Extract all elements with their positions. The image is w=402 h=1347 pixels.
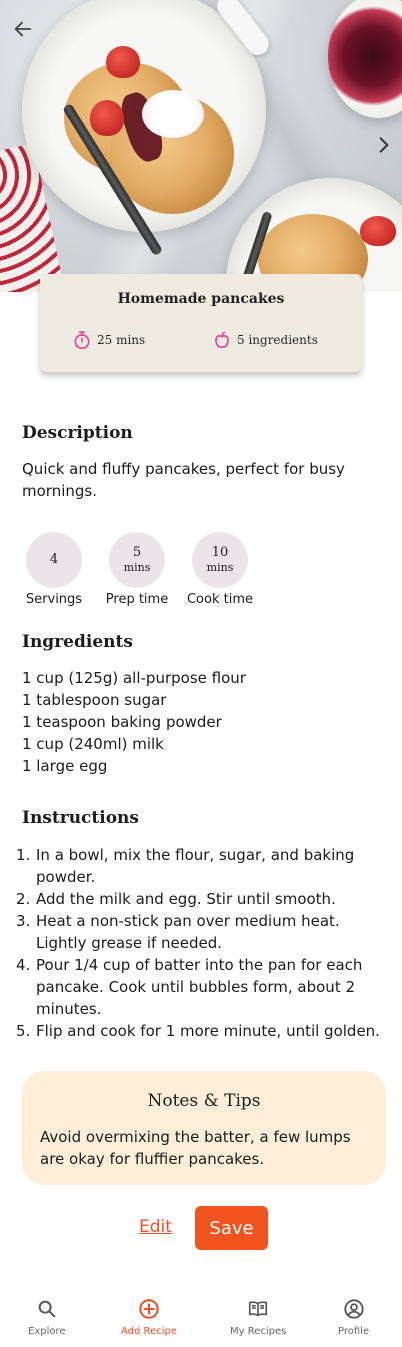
nav-explore-label: Explore	[28, 1326, 66, 1337]
back-button[interactable]	[10, 18, 36, 44]
prep-time-label: Prep time	[105, 592, 169, 607]
notes-text: Avoid overmixing the batter, a few lumps…	[40, 1128, 351, 1168]
next-image-button[interactable]	[372, 134, 396, 158]
strawberry	[360, 216, 396, 246]
chevron-right-icon	[379, 137, 389, 153]
nav-profile[interactable]: Profile	[338, 1298, 369, 1337]
ingredient-item: 1 teaspoon baking powder	[22, 713, 222, 731]
instructions-heading: Instructions	[22, 808, 139, 828]
step-number: 1.	[16, 846, 31, 864]
step-number: 5.	[16, 1022, 31, 1040]
prep-time-stat: 5 mins Prep time	[94, 532, 180, 607]
strawberry	[106, 46, 140, 78]
step-text: Flip and cook for 1 more minute, until g…	[36, 1022, 380, 1040]
instruction-step: 3. Heat a non-stick pan over medium heat…	[16, 910, 386, 954]
prep-time-circle: 5 mins	[109, 532, 165, 588]
servings-value: 4	[49, 552, 59, 567]
prep-time-value: 5	[132, 545, 142, 560]
ingredient-item: 1 cup (240ml) milk	[22, 735, 164, 753]
prep-time-unit: mins	[123, 561, 151, 574]
step-text: Pour 1/4 cup of batter into the pan for …	[36, 956, 363, 1018]
whipped-cream	[142, 90, 204, 138]
recipe-time-label: 25 mins	[97, 333, 146, 347]
step-number: 4.	[16, 956, 31, 974]
search-icon	[38, 1300, 56, 1318]
apple-icon	[215, 331, 229, 348]
description-text: Quick and fluffy pancakes, perfect for b…	[22, 460, 345, 500]
recipe-ingredients-label: 5 ingredients	[237, 333, 318, 347]
instruction-step: 1. In a bowl, mix the flour, sugar, and …	[16, 844, 386, 888]
cook-time-label: Cook time	[186, 592, 253, 607]
plus-circle-icon	[139, 1299, 159, 1319]
cook-time-stat: 10 mins Cook time	[177, 532, 263, 607]
recipe-ingredients-count: 5 ingredients	[212, 330, 318, 350]
step-text: Heat a non-stick pan over medium heat. L…	[36, 912, 340, 952]
recipe-title: Homemade pancakes	[117, 291, 285, 307]
nav-add-recipe-label: Add Recipe	[121, 1326, 177, 1337]
ingredients-heading: Ingredients	[22, 632, 133, 652]
instructions-list: 1. In a bowl, mix the flour, sugar, and …	[16, 844, 386, 1042]
hero-image	[0, 0, 402, 292]
step-number: 2.	[16, 890, 31, 908]
ingredients-list: 1 cup (125g) all-purpose flour 1 tablesp…	[22, 667, 382, 777]
nav-explore[interactable]: Explore	[28, 1298, 66, 1337]
instruction-step: 5. Flip and cook for 1 more minute, unti…	[16, 1020, 386, 1042]
strawberry	[90, 100, 124, 136]
notes-card: Notes & Tips Avoid overmixing the batter…	[22, 1071, 386, 1185]
instruction-step: 4. Pour 1/4 cup of batter into the pan f…	[16, 954, 386, 1020]
recipe-info-card: Homemade pancakes 25 mins 5 ingredients	[40, 274, 362, 372]
cook-time-value: 10	[211, 545, 229, 560]
step-text: Add the milk and egg. Stir until smooth.	[36, 890, 336, 908]
recipe-time: 25 mins	[72, 330, 145, 350]
ingredient-item: 1 large egg	[22, 757, 108, 775]
arrow-left-icon	[14, 21, 32, 37]
book-icon	[249, 1301, 268, 1317]
step-text: In a bowl, mix the flour, sugar, and bak…	[36, 846, 355, 886]
bottom-nav: Explore Add Recipe My Recipes Profile	[0, 1290, 402, 1347]
servings-label: Servings	[25, 592, 83, 607]
nav-add-recipe[interactable]: Add Recipe	[121, 1298, 177, 1337]
ingredient-item: 1 tablespoon sugar	[22, 691, 167, 709]
stopwatch-icon	[74, 331, 90, 350]
description-heading: Description	[22, 423, 133, 443]
nav-my-recipes[interactable]: My Recipes	[230, 1298, 286, 1337]
user-circle-icon	[343, 1299, 364, 1319]
instruction-step: 2. Add the milk and egg. Stir until smoo…	[16, 888, 386, 910]
ingredient-item: 1 cup (125g) all-purpose flour	[22, 669, 246, 687]
cook-time-unit: mins	[206, 561, 234, 574]
nav-profile-label: Profile	[338, 1326, 370, 1337]
step-number: 3.	[16, 912, 31, 930]
servings-stat: 4 Servings	[11, 532, 97, 607]
servings-circle: 4	[26, 532, 82, 588]
cook-time-circle: 10 mins	[192, 532, 248, 588]
nav-my-recipes-label: My Recipes	[230, 1326, 287, 1337]
save-button[interactable]: Save	[195, 1206, 268, 1250]
edit-button[interactable]: Edit	[139, 1217, 172, 1237]
notes-title: Notes & Tips	[147, 1091, 261, 1111]
